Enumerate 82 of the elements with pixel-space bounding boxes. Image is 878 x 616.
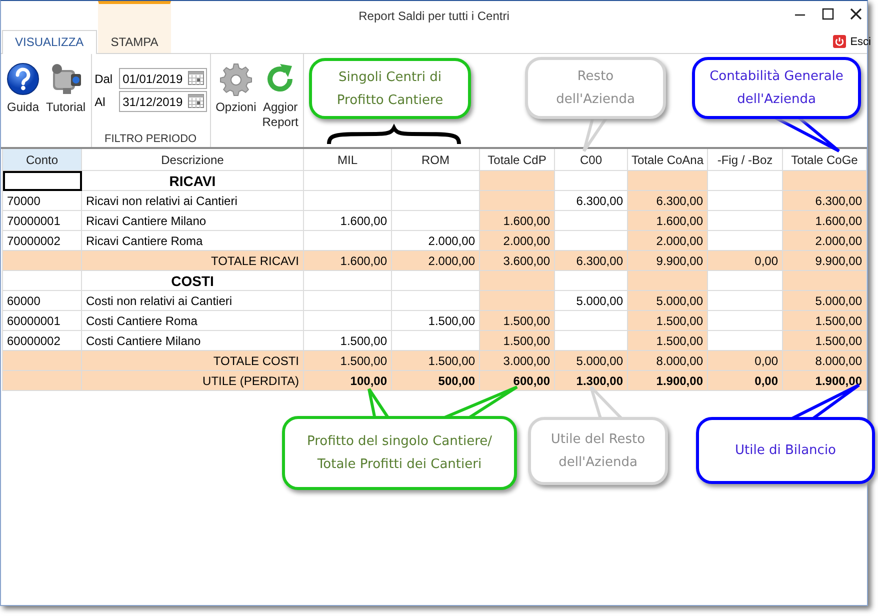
column-header[interactable]: -Fig / -Boz xyxy=(708,149,782,170)
table-cell: Costi non relativi ai Cantieri xyxy=(82,290,304,310)
table-cell: 1.600,00 xyxy=(782,210,866,230)
table-cell: 5.000,00 xyxy=(782,290,866,310)
table-cell: 1.600,00 xyxy=(628,210,708,230)
exit-button[interactable]: Esci xyxy=(850,36,871,48)
table-cell: 0,00 xyxy=(708,250,782,270)
table-cell: 1.900,00 xyxy=(782,370,866,390)
table-cell: 0,00 xyxy=(708,370,782,390)
power-icon xyxy=(833,35,846,48)
field-label: Al xyxy=(94,94,106,108)
table-cell: 2.000,00 xyxy=(480,230,554,250)
table-cell: 60000 xyxy=(2,290,82,310)
close-icon[interactable] xyxy=(849,7,863,21)
ribbon-tab[interactable]: VISUALIZZA xyxy=(2,30,97,54)
table-cell: 1.600,00 xyxy=(480,210,554,230)
ribbon-button[interactable]: Aggior Report xyxy=(260,58,300,147)
column-header[interactable]: Conto xyxy=(2,149,82,170)
table-cell: UTILE (PERDITA) xyxy=(82,370,304,390)
ribbon-button[interactable]: Opzioni xyxy=(214,58,258,147)
column-header[interactable]: Totale CdP xyxy=(480,149,554,170)
table-cell: 3.600,00 xyxy=(480,250,554,270)
table-cell: 1.500,00 xyxy=(628,310,708,330)
table-cell: 5.000,00 xyxy=(554,350,628,370)
table-cell: 3.000,00 xyxy=(480,350,554,370)
column-header[interactable]: Totale CoAna xyxy=(628,149,708,170)
table-cell: 6.300,00 xyxy=(554,250,628,270)
table-cell: Costi Cantiere Roma xyxy=(82,310,304,330)
callout-bubble: Singoli Centri di Profitto Cantiere xyxy=(309,58,471,119)
calendar-icon xyxy=(188,71,204,85)
ribbon-tab[interactable]: STAMPA xyxy=(98,1,172,53)
table-cell: 70000001 xyxy=(2,210,82,230)
table-cell: 0,00 xyxy=(708,350,782,370)
table-cell: 1.300,00 xyxy=(554,370,628,390)
table-cell: 1.500,00 xyxy=(392,310,480,330)
brace-icon xyxy=(327,126,461,144)
callout-bubble: Resto dell'Azienda xyxy=(525,57,666,119)
table-cell: 1.500,00 xyxy=(392,350,480,370)
field-label: Dal xyxy=(94,72,114,86)
table-cell: 70000 xyxy=(2,190,82,210)
column-header[interactable]: Totale CoGe xyxy=(782,149,866,170)
table-cell: 600,00 xyxy=(480,370,554,390)
ribbon-button[interactable]: Guida xyxy=(4,58,42,147)
maximize-icon[interactable] xyxy=(821,7,835,21)
table-cell: COSTI xyxy=(82,270,304,290)
column-header[interactable]: MIL xyxy=(304,149,392,170)
calendar-icon xyxy=(188,94,204,108)
window-title: Report Saldi per tutti i Centri xyxy=(358,9,510,23)
table-cell: 1.600,00 xyxy=(304,210,392,230)
table-cell: TOTALE RICAVI xyxy=(82,250,304,270)
table-cell: 8.000,00 xyxy=(782,350,866,370)
table-cell: 1.500,00 xyxy=(304,350,392,370)
table-cell: 1.500,00 xyxy=(782,310,866,330)
gear-icon xyxy=(218,62,253,96)
table-cell: 8.000,00 xyxy=(628,350,708,370)
table-cell: 6.300,00 xyxy=(628,190,708,210)
table-cell: 2.000,00 xyxy=(782,230,866,250)
table-cell: 5.000,00 xyxy=(628,290,708,310)
table-cell: 1.500,00 xyxy=(782,330,866,350)
table-cell: 9.900,00 xyxy=(628,250,708,270)
column-header[interactable]: ROM xyxy=(392,149,480,170)
table-cell: 6.300,00 xyxy=(782,190,866,210)
table-cell: 2.000,00 xyxy=(392,250,480,270)
table-cell: 1.600,00 xyxy=(304,250,392,270)
group-label: FILTRO PERIODO xyxy=(104,133,197,147)
table-cell: 100,00 xyxy=(304,370,392,390)
table-cell: 500,00 xyxy=(392,370,480,390)
column-header[interactable]: C00 xyxy=(554,149,628,170)
table-cell: Ricavi Cantiere Milano xyxy=(82,210,304,230)
table-cell: 1.500,00 xyxy=(628,330,708,350)
table-cell: TOTALE COSTI xyxy=(82,350,304,370)
table-cell: 1.500,00 xyxy=(480,330,554,350)
table-cell: 1.900,00 xyxy=(628,370,708,390)
table-cell: 1.500,00 xyxy=(480,310,554,330)
help-icon xyxy=(6,62,40,96)
table-cell: 60000001 xyxy=(2,310,82,330)
column-header[interactable]: Descrizione xyxy=(82,149,304,170)
table-cell: RICAVI xyxy=(82,170,304,190)
table-cell: 2.000,00 xyxy=(628,230,708,250)
table-cell: Ricavi non relativi ai Cantieri xyxy=(82,190,304,210)
table-cell: 9.900,00 xyxy=(782,250,866,270)
ribbon-button[interactable]: Tutorial xyxy=(44,58,88,147)
